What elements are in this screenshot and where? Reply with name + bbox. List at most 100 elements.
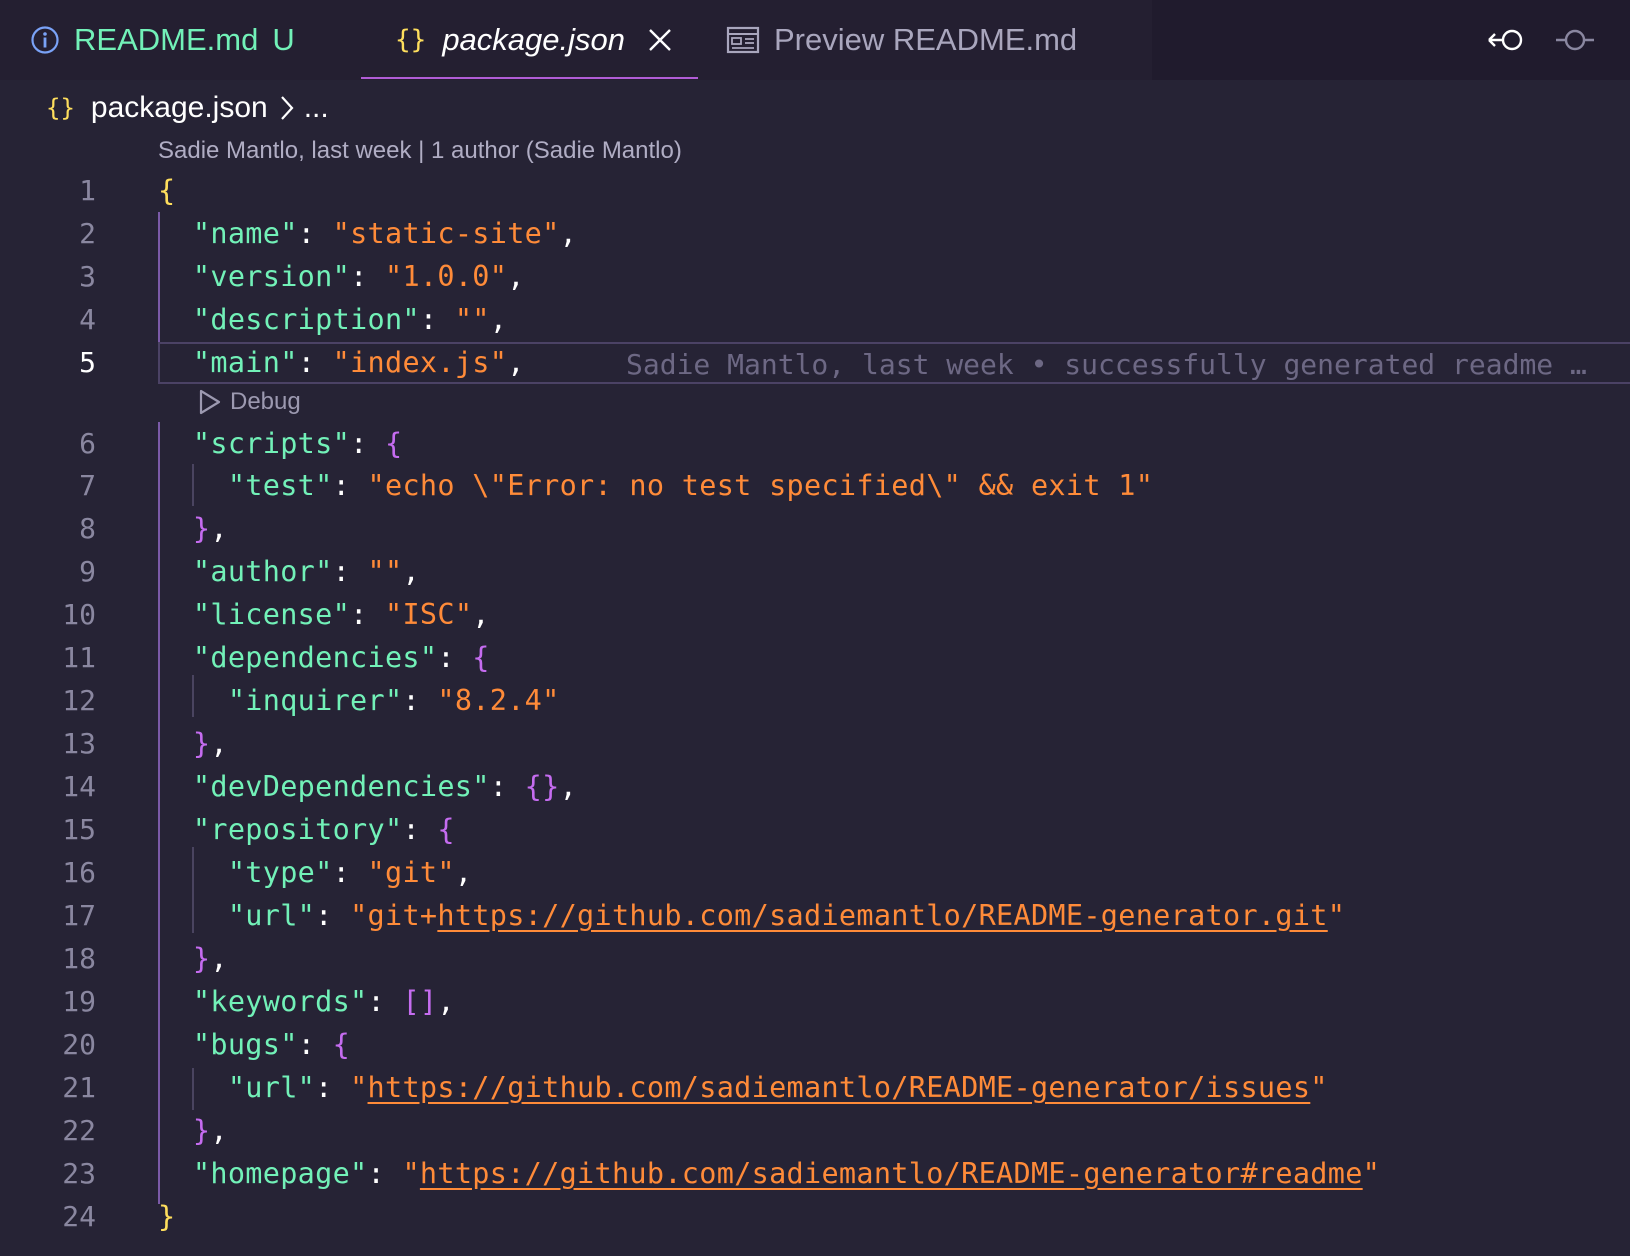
tab-preview-readme-label: Preview README.md: [774, 22, 1078, 57]
line-number: 8: [79, 512, 96, 545]
code-line[interactable]: 13 },: [0, 722, 1630, 765]
repository-url-link[interactable]: https://github.com/sadiemantlo/README-ge…: [437, 899, 1327, 932]
json-string: "static-site": [332, 217, 560, 250]
line-number: 14: [62, 770, 96, 803]
inline-blame-annotation[interactable]: Sadie Mantlo, last week • successfully g…: [626, 343, 1587, 386]
line-number: 7: [79, 469, 96, 502]
line-number-active: 5: [79, 346, 96, 379]
code-line[interactable]: 17 "url": "git+https://github.com/sadiem…: [0, 894, 1630, 937]
line-number: 6: [79, 427, 96, 460]
json-string: "": [454, 303, 490, 336]
code-line[interactable]: 6 "scripts": {: [0, 422, 1630, 465]
json-string: "echo \"Error: no test specified\" && ex…: [367, 469, 1154, 502]
json-key: "description": [192, 303, 420, 336]
json-string: ": [350, 1071, 368, 1104]
git-blame-codelens[interactable]: Sadie Mantlo, last week | 1 author (Sadi…: [158, 137, 682, 165]
line-number: 23: [62, 1157, 96, 1190]
play-icon: [198, 388, 222, 416]
brace-token: {: [332, 1028, 351, 1061]
code-line[interactable]: 1 {: [0, 169, 1630, 212]
json-string: "": [367, 555, 403, 588]
json-string: "git+: [350, 899, 438, 932]
json-string: ": [1310, 1071, 1328, 1104]
tab-readme[interactable]: README.md U: [30, 0, 295, 80]
code-line[interactable]: 20 "bugs": {: [0, 1023, 1630, 1066]
line-number: 13: [62, 727, 96, 760]
debug-label: Debug: [230, 388, 301, 415]
timeline-icon[interactable]: [1553, 18, 1597, 62]
line-number: 10: [62, 598, 96, 631]
tab-preview-readme[interactable]: Preview README.md: [726, 0, 1077, 80]
json-key: "keywords": [192, 985, 368, 1018]
brace-token: {: [158, 174, 176, 207]
json-string: "8.2.4": [437, 684, 560, 717]
json-string: ": [402, 1157, 420, 1190]
json-key: "scripts": [192, 427, 351, 460]
json-key: "repository": [192, 813, 403, 846]
code-line[interactable]: 14 "devDependencies": {},: [0, 765, 1630, 808]
debug-codelens[interactable]: Debug: [198, 384, 301, 420]
json-key: "url": [227, 1071, 316, 1104]
line-number: 22: [62, 1114, 96, 1147]
json-key: "dependencies": [192, 641, 438, 674]
json-file-icon: {}: [46, 94, 75, 122]
homepage-url-link[interactable]: https://github.com/sadiemantlo/README-ge…: [420, 1157, 1363, 1190]
close-icon[interactable]: [647, 27, 673, 53]
breadcrumb-file[interactable]: package.json: [91, 91, 268, 125]
untracked-status-badge: U: [272, 22, 295, 57]
bugs-url-link[interactable]: https://github.com/sadiemantlo/README-ge…: [368, 1071, 1311, 1104]
code-line[interactable]: 3 "version": "1.0.0",: [0, 255, 1630, 298]
brace-token: }: [192, 512, 211, 545]
breadcrumb-more[interactable]: ...: [304, 91, 329, 125]
line-number: 19: [62, 985, 96, 1018]
json-key: "bugs": [192, 1028, 298, 1061]
line-number: 15: [62, 813, 96, 846]
code-line[interactable]: 18 },: [0, 937, 1630, 980]
json-key: "version": [192, 260, 351, 293]
code-line[interactable]: 21 "url": "https://github.com/sadiemantl…: [0, 1066, 1630, 1109]
tab-package-json-label: package.json: [442, 22, 625, 57]
line-number: 3: [79, 260, 96, 293]
code-line[interactable]: 23 "homepage": "https://github.com/sadie…: [0, 1152, 1630, 1195]
code-line[interactable]: 15 "repository": {: [0, 808, 1630, 851]
tab-package-json[interactable]: {} package.json: [361, 0, 698, 80]
code-line[interactable]: 24 }: [0, 1195, 1630, 1238]
go-back-icon[interactable]: [1485, 18, 1529, 62]
tab-readme-label: README.md: [74, 22, 259, 57]
code-line[interactable]: 11 "dependencies": {: [0, 636, 1630, 679]
json-key: "type": [227, 856, 333, 889]
brace-token: }: [192, 942, 211, 975]
brace-token: {: [437, 813, 455, 846]
line-number: 12: [62, 684, 96, 717]
json-string: ": [1327, 899, 1346, 932]
line-number: 16: [62, 856, 96, 889]
brace-token: }: [192, 727, 211, 760]
json-key: "url": [227, 899, 316, 932]
code-line[interactable]: 7 "test": "echo \"Error: no test specifi…: [0, 464, 1630, 507]
bracket-token: []: [402, 985, 438, 1018]
code-line[interactable]: 8 },: [0, 507, 1630, 550]
active-tab-indicator: [361, 77, 698, 79]
code-line[interactable]: 22 },: [0, 1109, 1630, 1152]
brace-token: {: [384, 427, 403, 460]
tab-bar: README.md U {} package.json Preview READ…: [0, 0, 1630, 80]
json-key: "inquirer": [227, 684, 403, 717]
json-key: "main": [192, 346, 298, 379]
line-number: 24: [62, 1200, 96, 1233]
json-key: "name": [192, 217, 298, 250]
json-file-icon: {}: [395, 25, 427, 55]
more-actions-icon[interactable]: [1621, 18, 1630, 62]
json-string: "index.js": [332, 346, 508, 379]
json-key: "devDependencies": [192, 770, 490, 803]
code-line[interactable]: 19 "keywords": [],: [0, 980, 1630, 1023]
json-key: "test": [227, 469, 333, 502]
code-line[interactable]: 2 "name": "static-site",: [0, 212, 1630, 255]
code-line[interactable]: 9 "author": "",: [0, 550, 1630, 593]
line-number: 1: [79, 174, 96, 207]
line-number: 18: [62, 942, 96, 975]
line-number: 21: [62, 1071, 96, 1104]
code-line[interactable]: 10 "license": "ISC",: [0, 593, 1630, 636]
code-line[interactable]: 16 "type": "git",: [0, 851, 1630, 894]
code-line[interactable]: 12 "inquirer": "8.2.4": [0, 679, 1630, 722]
code-line[interactable]: 4 "description": "",: [0, 298, 1630, 341]
